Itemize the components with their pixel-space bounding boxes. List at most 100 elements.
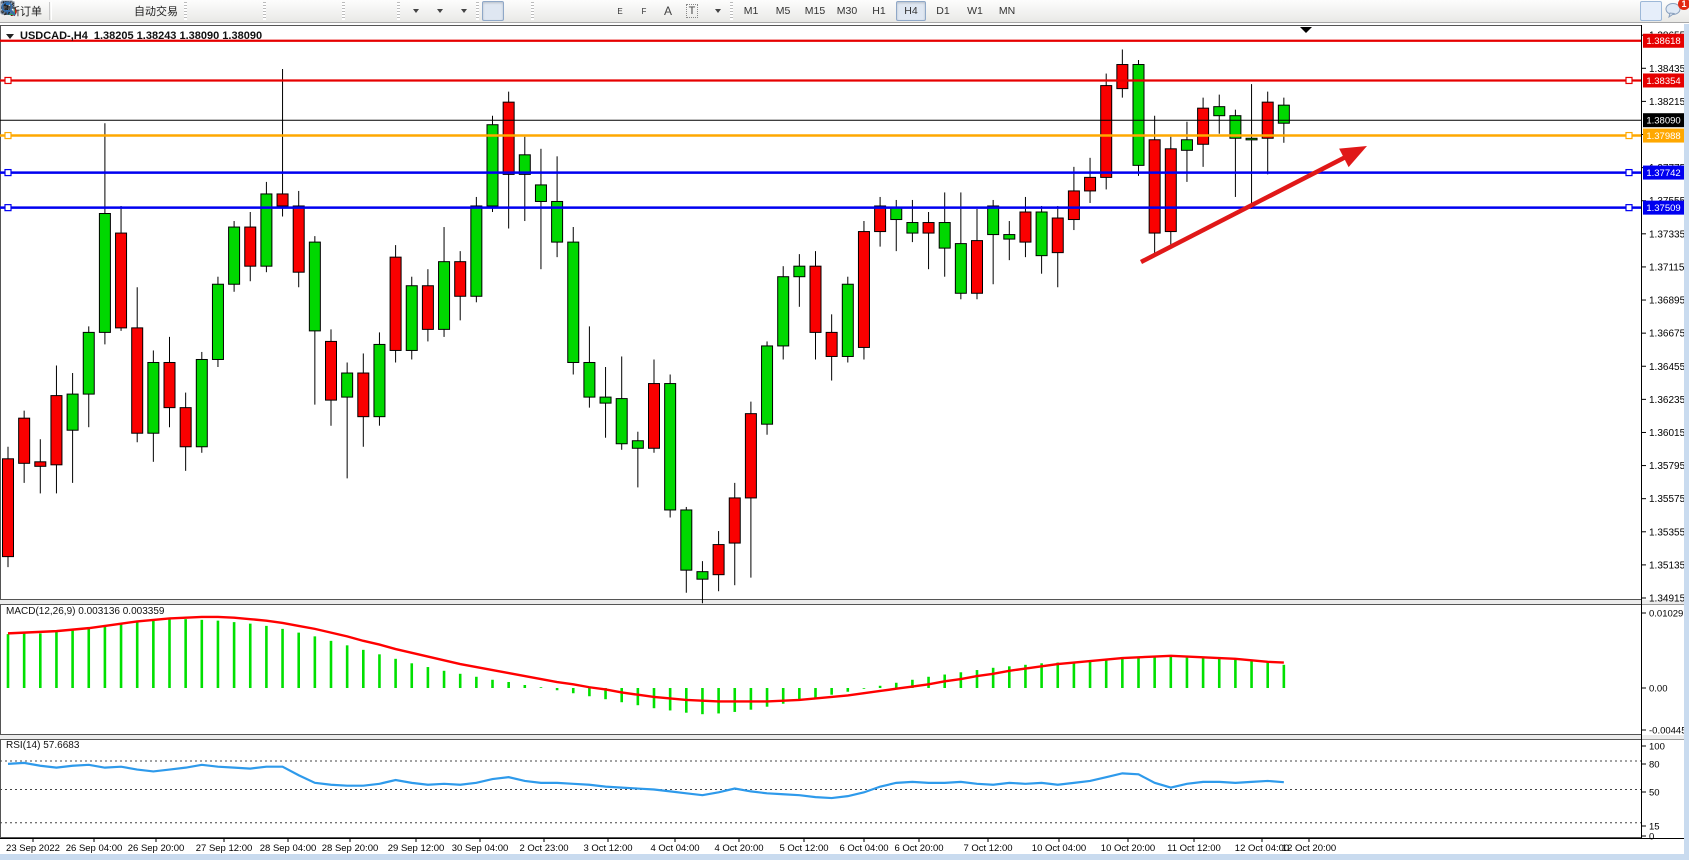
zoom-in-button[interactable]	[269, 1, 291, 21]
fibonacci-tool-letter: F	[642, 7, 647, 16]
toolbar-grip	[476, 2, 479, 20]
channel-tool-button[interactable]: E	[609, 1, 631, 21]
periods-button[interactable]	[427, 1, 449, 21]
svg-text:1.38090: 1.38090	[1646, 116, 1680, 127]
search-button[interactable]	[1640, 1, 1662, 21]
tile-windows-button[interactable]	[317, 1, 339, 21]
panel-borders	[0, 25, 1689, 839]
toolbar-grip	[184, 2, 187, 20]
mt4-window: 新订单	[0, 0, 1689, 860]
timeframe-label: MN	[995, 5, 1019, 17]
alerts-button[interactable]	[56, 1, 78, 21]
templates-button[interactable]	[451, 1, 473, 21]
svg-text:0.00: 0.00	[1649, 684, 1668, 695]
svg-text:2 Oct 23:00: 2 Oct 23:00	[519, 843, 568, 854]
svg-text:1.38354: 1.38354	[1646, 76, 1680, 87]
timeframe-label: M30	[835, 5, 859, 17]
autotrading-label: 自动交易	[134, 3, 178, 19]
svg-text:30 Sep 04:00: 30 Sep 04:00	[452, 843, 509, 854]
svg-text:1.36235: 1.36235	[1649, 395, 1686, 406]
chevron-down-icon	[437, 9, 443, 13]
label-tool-icon: T	[686, 4, 699, 18]
text-tool-icon: A	[664, 4, 672, 18]
timeframe-h1-button[interactable]: H1	[864, 1, 894, 21]
cursor-tool-button[interactable]	[482, 1, 504, 21]
timeframe-h4-button[interactable]: H4	[896, 1, 926, 21]
svg-text:7 Oct 12:00: 7 Oct 12:00	[963, 843, 1012, 854]
candlestick-chart-button[interactable]	[214, 1, 236, 21]
timeframe-label: M15	[803, 5, 827, 17]
svg-text:1.37988: 1.37988	[1646, 131, 1680, 142]
svg-text:11 Oct 12:00: 11 Oct 12:00	[1167, 843, 1221, 854]
arrows-tool-button[interactable]	[705, 1, 727, 21]
crosshair-tool-button[interactable]	[506, 1, 528, 21]
text-tool-button[interactable]: A	[657, 1, 679, 21]
toolbar-grip	[397, 2, 400, 20]
svg-text:1.36675: 1.36675	[1649, 329, 1686, 340]
timeframe-m5-button[interactable]: M5	[768, 1, 798, 21]
autotrading-button[interactable]: 自动交易	[128, 1, 181, 21]
svg-text:1.37742: 1.37742	[1646, 168, 1680, 179]
svg-text:23 Sep 2022: 23 Sep 2022	[6, 843, 60, 854]
window-bottom-edge	[0, 854, 1689, 860]
svg-text:6 Oct 04:00: 6 Oct 04:00	[839, 843, 888, 854]
rsi-label: RSI(14) 57.6683	[6, 740, 79, 751]
timeframe-label: M5	[771, 5, 795, 17]
svg-text:1.35795: 1.35795	[1649, 461, 1686, 472]
toolbar-grip	[342, 2, 345, 20]
timeframe-mn-button[interactable]: MN	[992, 1, 1022, 21]
svg-text:1.36015: 1.36015	[1649, 428, 1686, 439]
chart-ohlc: 1.38205 1.38243 1.38090 1.38090	[94, 30, 262, 42]
svg-text:-0.004453: -0.004453	[1649, 726, 1689, 737]
svg-text:26 Sep 20:00: 26 Sep 20:00	[128, 843, 185, 854]
fibonacci-tool-button[interactable]: F	[633, 1, 655, 21]
chart-shift-button[interactable]	[372, 1, 394, 21]
svg-text:10 Oct 04:00: 10 Oct 04:00	[1032, 843, 1086, 854]
chevron-down-icon	[715, 9, 721, 13]
svg-text:1.36455: 1.36455	[1649, 362, 1686, 373]
svg-text:10 Oct 20:00: 10 Oct 20:00	[1101, 843, 1155, 854]
label-tool-button[interactable]: T	[681, 1, 703, 21]
terminal-button[interactable]	[80, 1, 102, 21]
timeframe-w1-button[interactable]: W1	[960, 1, 990, 21]
svg-text:0: 0	[1649, 832, 1654, 843]
svg-text:1.35135: 1.35135	[1649, 560, 1686, 571]
svg-text:3 Oct 12:00: 3 Oct 12:00	[583, 843, 632, 854]
notifications-button[interactable]: 1	[1664, 1, 1686, 21]
timeframe-m15-button[interactable]: M15	[800, 1, 830, 21]
svg-text:1.36895: 1.36895	[1649, 296, 1686, 307]
time-axis[interactable]: 23 Sep 202226 Sep 04:0026 Sep 20:0027 Se…	[6, 838, 1336, 854]
zoom-out-button[interactable]	[293, 1, 315, 21]
svg-text:1.34915: 1.34915	[1649, 594, 1686, 605]
chart-window[interactable]: 1.386551.384351.382151.379951.377751.375…	[0, 24, 1689, 860]
auto-scroll-button[interactable]	[348, 1, 370, 21]
indicators-button[interactable]	[403, 1, 425, 21]
symbol-dropdown-icon[interactable]	[6, 34, 14, 39]
toolbar-grip	[531, 2, 534, 20]
line-chart-button[interactable]	[238, 1, 260, 21]
svg-text:28 Sep 20:00: 28 Sep 20:00	[322, 843, 379, 854]
svg-text:1.38215: 1.38215	[1649, 97, 1686, 108]
svg-text:5 Oct 12:00: 5 Oct 12:00	[779, 843, 828, 854]
svg-text:4 Oct 04:00: 4 Oct 04:00	[650, 843, 699, 854]
price-axis[interactable]: 1.386551.384351.382151.379951.377751.375…	[1641, 31, 1689, 843]
svg-text:1.38618: 1.38618	[1646, 36, 1680, 47]
vertical-line-tool-button[interactable]	[537, 1, 559, 21]
timeframe-d1-button[interactable]: D1	[928, 1, 958, 21]
channel-tool-letter: E	[617, 7, 622, 16]
timeframe-m30-button[interactable]: M30	[832, 1, 862, 21]
svg-text:29 Sep 12:00: 29 Sep 12:00	[388, 843, 445, 854]
signal-button[interactable]	[104, 1, 126, 21]
svg-text:6 Oct 20:00: 6 Oct 20:00	[894, 843, 943, 854]
horizontal-line-tool-button[interactable]	[561, 1, 583, 21]
chart-canvas[interactable]: 1.386551.384351.382151.379951.377751.375…	[0, 24, 1689, 860]
timeframe-label: D1	[931, 5, 955, 17]
timeframe-label: W1	[963, 5, 987, 17]
trendline-tool-button[interactable]	[585, 1, 607, 21]
svg-text:1.38435: 1.38435	[1649, 64, 1686, 75]
svg-text:12 Oct 20:00: 12 Oct 20:00	[1282, 843, 1336, 854]
bar-chart-button[interactable]	[190, 1, 212, 21]
timeframe-m1-button[interactable]: M1	[736, 1, 766, 21]
chart-title: USDCAD-,H4 1.38205 1.38243 1.38090 1.380…	[6, 30, 262, 42]
toolbar-grip	[730, 2, 733, 20]
